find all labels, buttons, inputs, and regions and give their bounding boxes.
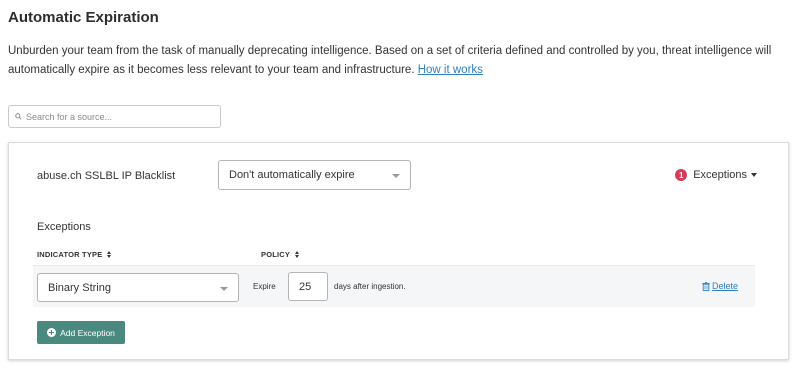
expiration-policy-value: Don't automatically expire (229, 169, 355, 181)
exceptions-toggle-label: Exceptions (693, 169, 747, 181)
add-exception-button[interactable]: Add Exception (37, 321, 125, 344)
column-header-label: INDICATOR TYPE (37, 250, 103, 259)
days-after-ingestion-label: days after ingestion. (334, 282, 406, 291)
description-text: Unburden your team from the task of manu… (8, 45, 772, 76)
exception-row: Binary String Expire days after ingestio… (33, 265, 755, 307)
column-header-policy[interactable]: POLICY (261, 250, 300, 259)
page-title: Automatic Expiration (8, 9, 159, 26)
expire-days-input[interactable] (288, 272, 328, 301)
trash-icon (702, 281, 710, 291)
indicator-type-select[interactable]: Binary String (37, 273, 239, 302)
expire-label: Expire (253, 282, 276, 291)
page-description: Unburden your team from the task of manu… (8, 42, 788, 80)
source-search[interactable] (8, 105, 221, 128)
column-header-indicator-type[interactable]: INDICATOR TYPE (37, 250, 112, 259)
search-icon (15, 113, 22, 120)
delete-label: Delete (711, 281, 738, 291)
expiration-policy-select[interactable]: Don't automatically expire (218, 160, 411, 190)
source-card: abuse.ch SSLBL IP Blacklist Don't automa… (8, 142, 789, 360)
chevron-down-icon (392, 174, 400, 178)
caret-down-icon (751, 173, 757, 177)
plus-circle-icon (47, 328, 57, 337)
column-header-label: POLICY (261, 250, 291, 259)
exceptions-toggle[interactable]: 1 Exceptions (675, 169, 757, 181)
how-it-works-link[interactable]: How it works (418, 64, 483, 76)
exceptions-heading: Exceptions (37, 221, 91, 233)
exceptions-count-badge: 1 (675, 169, 688, 181)
sort-icon (107, 251, 112, 258)
delete-exception-link[interactable]: Delete (702, 281, 738, 291)
search-input[interactable] (26, 111, 206, 122)
page: Automatic Expiration Unburden your team … (0, 0, 800, 368)
sort-icon (295, 251, 300, 258)
indicator-type-value: Binary String (48, 281, 111, 294)
chevron-down-icon (220, 287, 228, 291)
source-name: abuse.ch SSLBL IP Blacklist (37, 170, 176, 182)
add-exception-label: Add Exception (60, 327, 115, 338)
